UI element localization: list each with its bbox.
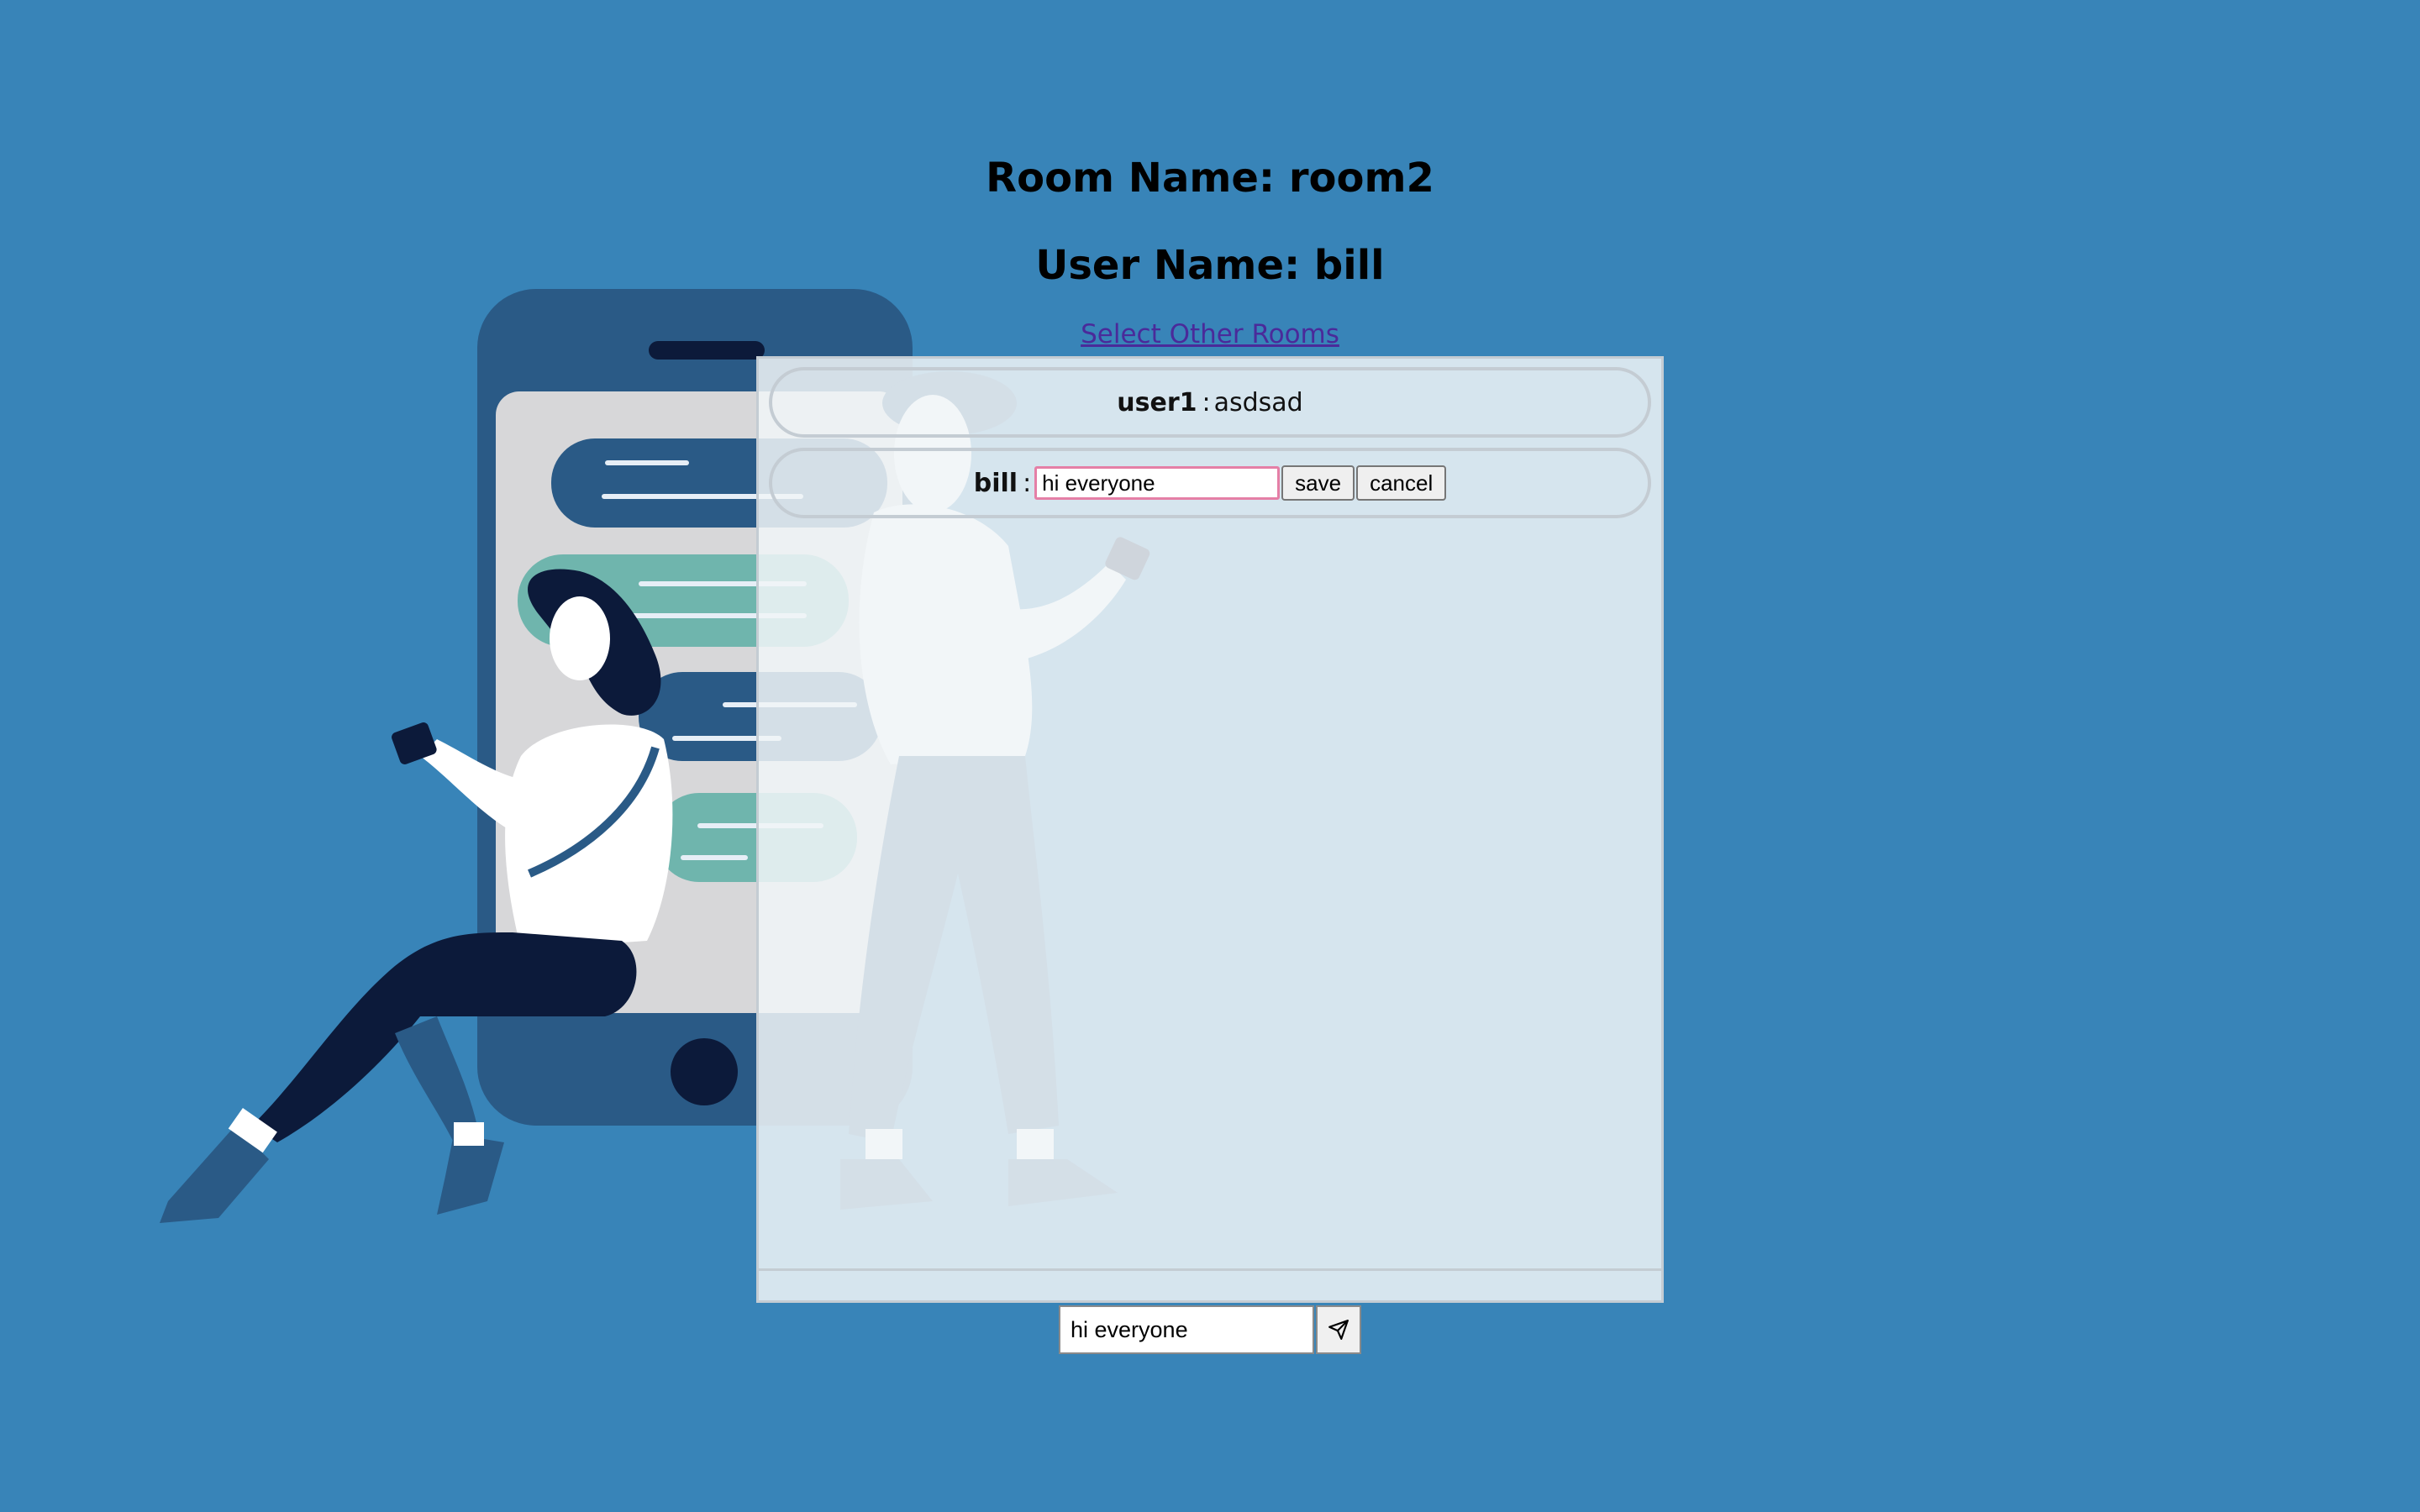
message-composer	[1059, 1305, 1361, 1354]
room-name-heading: Room Name: room2	[986, 155, 1434, 202]
send-button[interactable]	[1316, 1305, 1361, 1354]
chat-messages-panel[interactable]: user1 : asdsad bill : save cancel	[756, 356, 1664, 1303]
message-author: bill	[973, 468, 1018, 498]
message-separator: :	[1023, 468, 1032, 498]
send-icon	[1328, 1320, 1349, 1340]
save-button[interactable]: save	[1281, 465, 1355, 501]
message-author: user1	[1117, 387, 1197, 417]
message-text: asdsad	[1213, 387, 1303, 417]
edit-message-input[interactable]	[1034, 466, 1281, 500]
user-name-heading: User Name: bill	[1035, 242, 1385, 289]
message-bubble-editing: bill : save cancel	[769, 448, 1651, 518]
cancel-button[interactable]: cancel	[1356, 465, 1447, 501]
message-input[interactable]	[1059, 1305, 1314, 1354]
message-separator: :	[1202, 387, 1211, 417]
panel-divider	[759, 1268, 1661, 1271]
select-other-rooms-link[interactable]: Select Other Rooms	[0, 319, 2420, 349]
message-bubble: user1 : asdsad	[769, 367, 1651, 438]
